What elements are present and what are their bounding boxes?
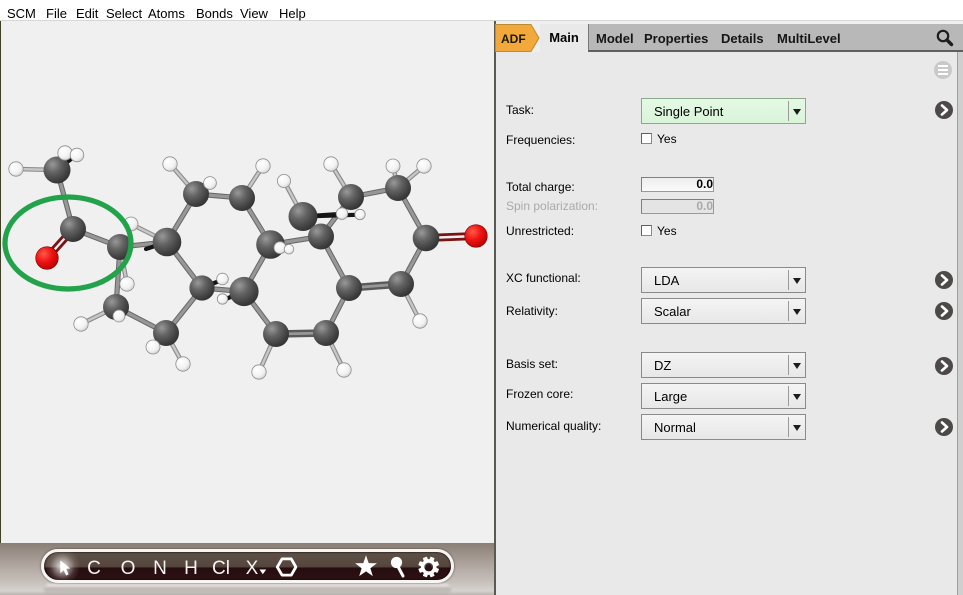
svg-text:ADF: ADF — [501, 32, 526, 46]
